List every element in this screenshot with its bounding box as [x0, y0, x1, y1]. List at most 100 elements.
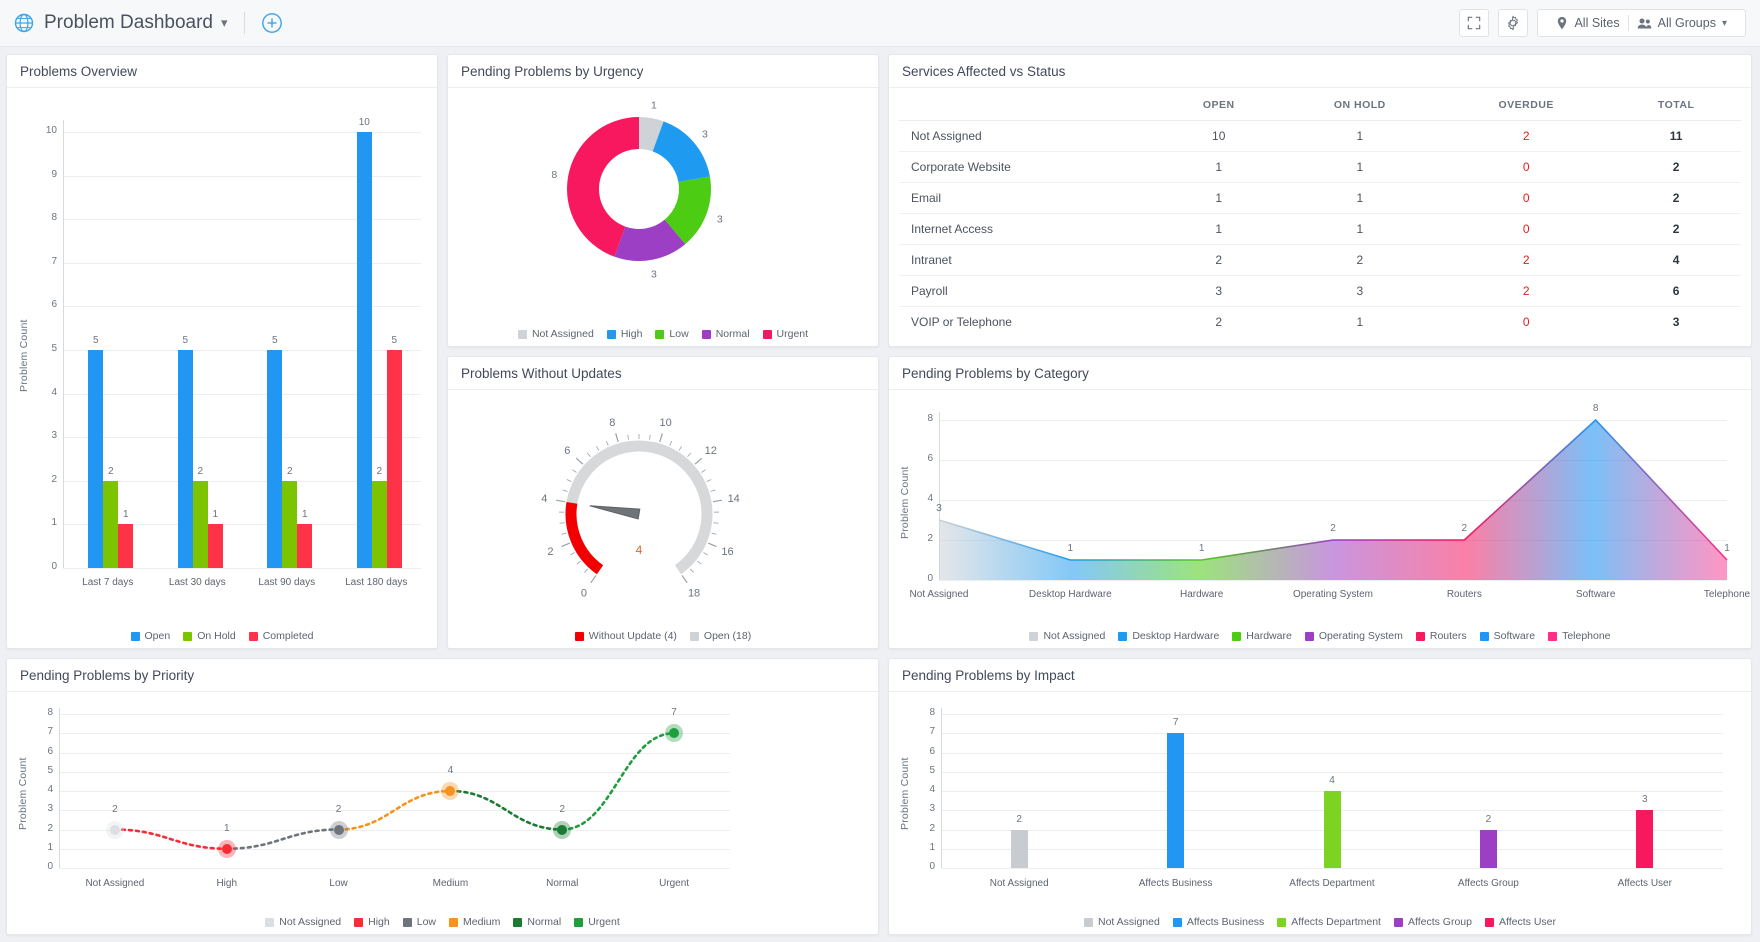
bar-affects-department[interactable] [1324, 791, 1341, 868]
legend-label: Telephone [1562, 630, 1610, 642]
table-row[interactable]: Email1102 [899, 183, 1741, 214]
bar-completed[interactable] [297, 524, 312, 568]
bar-open[interactable] [357, 132, 372, 568]
bar-open[interactable] [178, 350, 193, 568]
bar-affects-user[interactable] [1636, 810, 1653, 868]
gauge-value-label: 4 [636, 543, 643, 557]
card-pending-by-impact: Pending Problems by Impact 012345678Prob… [888, 658, 1752, 935]
chart-pending-by-category[interactable]: 02468Problem Count 3Not Assigned1Desktop… [889, 390, 1751, 648]
legend-item-1[interactable]: High [354, 916, 390, 928]
gauge-tick [563, 490, 568, 492]
chart-pending-by-priority[interactable]: 012345678Problem Count2Not Assigned1High… [7, 692, 878, 934]
legend-item-1[interactable]: Open (18) [690, 630, 751, 642]
legend-item-2[interactable]: Low [403, 916, 436, 928]
legend-swatch [702, 330, 711, 339]
chart-legend: Not Assigned Desktop Hardware Hardware Oper… [889, 630, 1751, 642]
data-point[interactable] [557, 825, 567, 835]
table-row[interactable]: Payroll3326 [899, 276, 1741, 307]
legend-item-0[interactable]: Open [131, 630, 171, 642]
bar-open[interactable] [88, 350, 103, 568]
settings-button[interactable] [1498, 9, 1528, 37]
legend-label: High [621, 328, 643, 340]
bar-not-assigned[interactable] [1011, 830, 1028, 869]
legend-item-0[interactable]: Not Assigned [518, 328, 594, 340]
chevron-down-icon[interactable]: ▾ [1722, 18, 1727, 29]
legend-item-5[interactable]: Urgent [574, 916, 620, 928]
table-row[interactable]: Internet Access1102 [899, 214, 1741, 245]
bar-open[interactable] [267, 350, 282, 568]
y-tick: 4 [31, 387, 57, 398]
legend-item-2[interactable]: Completed [249, 630, 314, 642]
site-filter[interactable]: All Sites [1548, 16, 1627, 30]
card-title-pending-by-priority: Pending Problems by Priority [7, 659, 878, 692]
bar-completed[interactable] [118, 524, 133, 568]
cell-on-hold: 2 [1278, 245, 1441, 276]
x-tick: Operating System [1273, 589, 1393, 600]
gauge-tick [628, 435, 629, 440]
legend-item-3[interactable]: Affects Group [1394, 916, 1472, 928]
table-row[interactable]: Intranet2224 [899, 245, 1741, 276]
fullscreen-button[interactable] [1459, 9, 1489, 37]
legend-item-3[interactable]: Medium [449, 916, 500, 928]
bar-affects-business[interactable] [1167, 733, 1184, 868]
data-point[interactable] [222, 844, 232, 854]
legend-swatch [1394, 918, 1403, 927]
slice-value-label: 3 [717, 213, 723, 225]
scope-filter-group[interactable]: All Sites All Groups ▾ [1537, 9, 1746, 37]
legend-item-4[interactable]: Affects User [1485, 916, 1556, 928]
legend-item-3[interactable]: Normal [702, 328, 750, 340]
legend-item-2[interactable]: Hardware [1232, 630, 1292, 642]
legend-item-1[interactable]: On Hold [183, 630, 236, 642]
data-point[interactable] [110, 825, 120, 835]
legend-item-2[interactable]: Affects Department [1277, 916, 1381, 928]
chart-problems-overview[interactable]: 012345678910Problem Count521Last 7 days5… [7, 88, 437, 648]
legend-item-0[interactable]: Not Assigned [265, 916, 341, 928]
legend-item-4[interactable]: Urgent [763, 328, 809, 340]
table-row[interactable]: Not Assigned101211 [899, 121, 1741, 152]
legend-item-1[interactable]: High [607, 328, 643, 340]
group-filter[interactable]: All Groups ▾ [1629, 16, 1735, 30]
donut-chart[interactable]: 13338 [448, 96, 880, 296]
card-title-services-affected: Services Affected vs Status [889, 55, 1751, 88]
legend-item-0[interactable]: Not Assigned [1084, 916, 1160, 928]
gauge-tick [596, 446, 599, 450]
gauge-tick-label: 18 [688, 588, 700, 600]
bar-on-hold[interactable] [103, 481, 118, 568]
cell-service: Corporate Website [899, 152, 1159, 183]
plus-circle-icon[interactable] [261, 12, 283, 34]
legend-item-5[interactable]: Software [1480, 630, 1535, 642]
legend-item-0[interactable]: Not Assigned [1029, 630, 1105, 642]
legend-swatch [575, 632, 584, 641]
legend-item-6[interactable]: Telephone [1548, 630, 1610, 642]
table-row[interactable]: Corporate Website1102 [899, 152, 1741, 183]
table-col-header-4: TOTAL [1611, 90, 1741, 121]
bar-completed[interactable] [387, 350, 402, 568]
legend-item-1[interactable]: Desktop Hardware [1118, 630, 1219, 642]
gauge-chart[interactable]: 0246810121416184 [448, 392, 880, 617]
x-tick: Affects User [1580, 878, 1710, 889]
bar-completed[interactable] [208, 524, 223, 568]
card-title-pending-by-category: Pending Problems by Category [889, 357, 1751, 390]
data-point[interactable] [334, 825, 344, 835]
legend-item-4[interactable]: Routers [1416, 630, 1467, 642]
cell-total: 2 [1611, 183, 1741, 214]
bar-on-hold[interactable] [282, 481, 297, 568]
bar-affects-group[interactable] [1480, 830, 1497, 869]
chart-problems-without-updates[interactable]: 0246810121416184Without Update (4)Open (… [448, 390, 878, 648]
legend-swatch [518, 330, 527, 339]
area-chart[interactable] [889, 390, 1753, 650]
legend-item-4[interactable]: Normal [513, 916, 561, 928]
bar-on-hold[interactable] [193, 481, 208, 568]
legend-item-3[interactable]: Operating System [1305, 630, 1403, 642]
chart-pending-by-impact[interactable]: 012345678Problem Count2Not Assigned7Affe… [889, 692, 1751, 934]
legend-item-2[interactable]: Low [655, 328, 688, 340]
chevron-down-icon[interactable]: ▾ [221, 15, 228, 31]
chart-pending-by-urgency[interactable]: 13338 Not Assigned High Low Normal Urgent [448, 88, 878, 346]
cell-on-hold: 1 [1278, 183, 1441, 214]
bar-on-hold[interactable] [372, 481, 387, 568]
legend-swatch [690, 632, 699, 641]
gauge-tick [587, 453, 590, 457]
table-row[interactable]: VOIP or Telephone2103 [899, 307, 1741, 338]
legend-item-1[interactable]: Affects Business [1173, 916, 1264, 928]
legend-item-0[interactable]: Without Update (4) [575, 630, 677, 642]
